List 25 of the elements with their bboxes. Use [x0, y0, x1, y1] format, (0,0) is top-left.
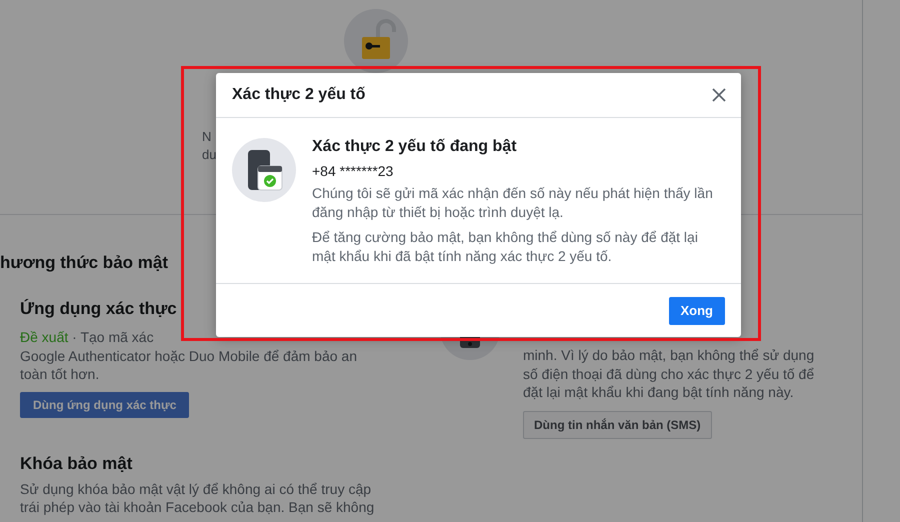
cut-text: N: [202, 128, 212, 146]
phone-number: +84 *******23: [312, 162, 394, 180]
method-description: đặt lại mật khẩu khi đang bật tính năng này.: [523, 384, 794, 400]
method-description: · Tạo mã xác: [71, 329, 154, 345]
method-description: minh. Vì lý do bảo mật, bạn không thể sử dụng: [523, 347, 814, 363]
section-title: hương thức bảo mật: [0, 253, 168, 273]
method-description: Google Authenticator hoặc Duo Mobile để đảm bảo an: [20, 348, 358, 364]
info-paragraph: Để tăng cường bảo mật, bạn không thể dùng số này để đặt lại mật khẩu khi đã bật tính năng xác thực 2 yếu tố.: [312, 228, 699, 266]
use-sms-button[interactable]: Dùng tin nhắn văn bản (SMS): [523, 410, 712, 438]
padlock-icon: [344, 9, 408, 73]
dialog-title: Xác thực 2 yếu tố: [232, 86, 366, 104]
method-description: toàn tốt hơn.: [20, 366, 100, 382]
method-title: Khóa bảo mật: [20, 454, 134, 474]
recommended-label: Đề xuất: [20, 329, 68, 345]
info-paragraph: Chúng tôi sẽ gửi mã xác nhận đến số này nếu phát hiện thấy lần đăng nhập từ thiết bị hoặc trình duyệt lạ.: [312, 184, 714, 222]
method-description: Sử dụng khóa bảo mật vật lý để không ai có thể truy cập: [20, 480, 372, 496]
status-heading: Xác thực 2 yếu tố đang bật: [312, 137, 518, 157]
use-authenticator-button[interactable]: Dùng ứng dụng xác thực: [20, 392, 190, 418]
method-description: số điện thoại đã dùng cho xác thực 2 yếu tố để: [523, 366, 814, 382]
phone-check-icon: [232, 138, 296, 202]
done-button[interactable]: Xong: [668, 296, 725, 324]
method-description: trái phép vào tài khoản Facebook của bạn. Bạn sẽ không: [20, 499, 374, 515]
close-icon[interactable]: [711, 87, 727, 103]
cut-text: du: [202, 146, 216, 164]
method-title: Ứng dụng xác thực: [20, 299, 178, 319]
